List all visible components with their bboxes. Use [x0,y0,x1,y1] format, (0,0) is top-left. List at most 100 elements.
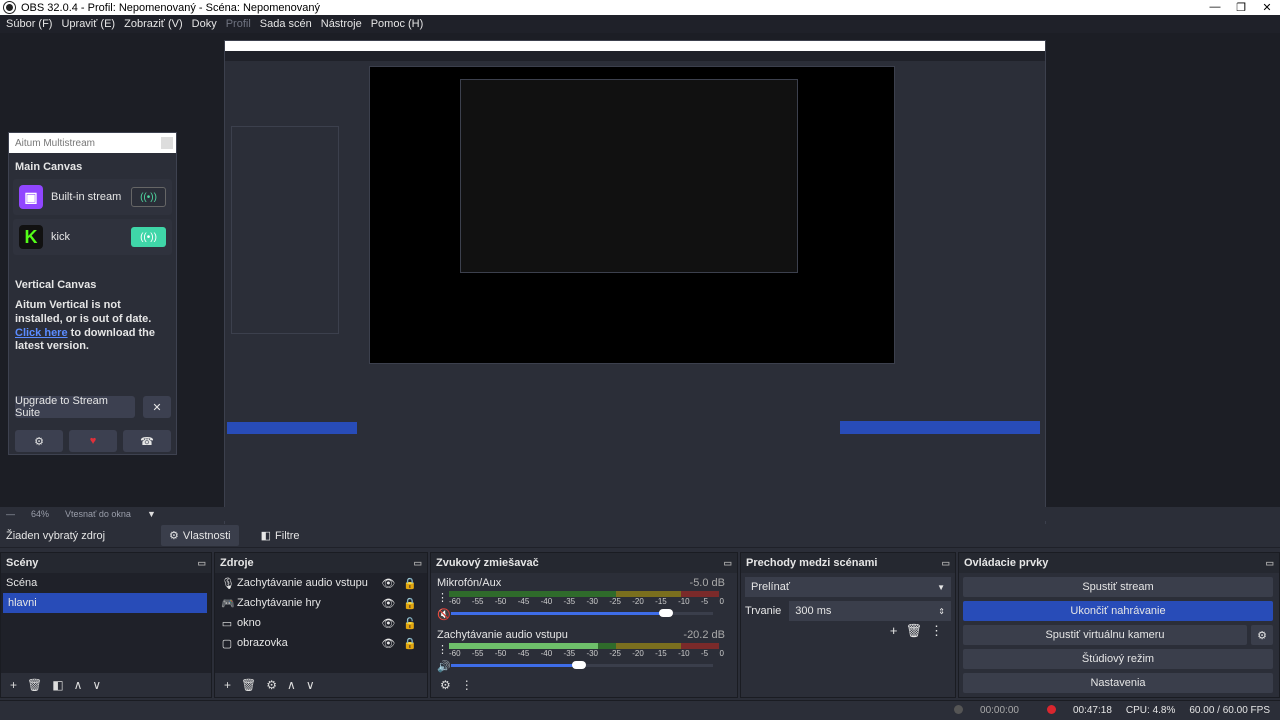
aitum-close-icon[interactable] [161,137,173,149]
aitum-title: Aitum Multistream [15,137,96,149]
menu-docks[interactable]: Doky [192,18,217,30]
record-dot-icon [1046,705,1056,714]
kebab-menu-icon[interactable]: ⋮ [461,678,473,692]
speaker-icon[interactable]: 🔊 [437,660,451,673]
eye-icon[interactable]: 👁 [381,577,395,590]
lock-icon[interactable]: 🔒 [403,577,417,590]
lock-icon[interactable]: 🔒 [403,597,417,610]
download-link[interactable]: Click here [15,327,68,339]
properties-button[interactable]: ⚙ Vlastnosti [161,525,239,546]
menu-profile[interactable]: Profil [226,18,251,30]
volume-slider[interactable] [451,661,713,669]
settings-button[interactable]: Nastavenia [963,673,1273,693]
scene-item[interactable]: Scéna [1,573,211,593]
channel-db: -20.2 dB [683,629,725,641]
dock-float-icon[interactable]: ▭ [1265,558,1274,569]
start-virtual-camera-button[interactable]: Spustiť virtuálnu kameru [963,625,1247,645]
close-x-button[interactable]: ✕ [143,396,171,418]
meter-tick-label: -30 [586,649,598,658]
donate-heart-button[interactable]: ♥ [69,430,117,452]
trash-icon[interactable]: 🗑 [905,623,922,639]
eye-icon[interactable]: 👁 [381,597,395,610]
menu-help[interactable]: Pomoc (H) [371,18,424,30]
source-item[interactable]: ▢ obrazovka 👁 🔒 [215,633,427,653]
start-stream-button[interactable]: Spustiť stream [963,577,1273,597]
source-item[interactable]: 🎮 Zachytávanie hry 👁 🔒 [215,593,427,613]
transition-select[interactable]: Prelínať ▼ [745,577,951,597]
channel-db: -5.0 dB [689,577,725,589]
zoom-fit[interactable]: Vtesnať do okna [65,509,131,519]
discord-button[interactable]: ☎ [123,430,171,452]
menu-file[interactable]: Súbor (F) [6,18,52,30]
mute-speaker-icon[interactable]: 🔇 [437,608,451,621]
mixer-channel: Mikrofón/Aux -5.0 dB ⋮ -60 -55 -50 -45 -40 -3… [431,573,737,625]
advanced-audio-gear-icon[interactable]: ⚙ [440,678,451,692]
fps-readout: 60.00 / 60.00 FPS [1189,705,1270,716]
kebab-menu-icon[interactable]: ⋮ [437,643,448,656]
preview-canvas[interactable] [224,40,1046,533]
spin-icon[interactable]: ⇕ [938,607,945,616]
menu-edit[interactable]: Upraviť (E) [61,18,115,30]
filter-icon[interactable]: ◧ [52,678,63,692]
studio-mode-button[interactable]: Štúdiový režim [963,649,1273,669]
eye-icon[interactable]: 👁 [381,617,395,630]
stream-toggle-button[interactable]: ((•)) [131,187,166,207]
source-name: okno [237,617,261,629]
zoom-dropdown-icon[interactable]: ▼ [147,509,156,519]
channel-name: Zachytávanie audio vstupu [437,629,568,641]
kebab-menu-icon[interactable]: ⋮ [930,623,943,639]
meter-tick-label: -25 [609,649,621,658]
scene-transitions-dock: Prechody medzi scénami ▭ Prelínať ▼ Trvan… [740,552,956,698]
move-up-icon[interactable]: ∧ [287,678,296,692]
upgrade-button[interactable]: Upgrade to Stream Suite [15,395,135,419]
obs-logo-icon [4,2,15,13]
trash-icon[interactable]: 🗑 [241,678,256,692]
meter-tick-label: -55 [471,649,484,658]
add-icon[interactable]: + [10,678,17,692]
filters-button[interactable]: ◧ Filtre [253,525,308,546]
move-up-icon[interactable]: ∧ [74,678,83,692]
close-icon[interactable]: ✕ [1254,1,1280,14]
maximize-icon[interactable]: ❐ [1228,1,1254,14]
eye-icon[interactable]: 👁 [381,637,395,650]
unlock-icon[interactable]: 🔓 [403,617,417,630]
no-source-label: Žiaden vybratý zdroj [6,529,106,542]
dock-float-icon[interactable]: ▭ [723,558,732,569]
dock-float-icon[interactable]: ▭ [941,558,950,569]
transitions-title: Prechody medzi scénami [746,557,878,569]
stop-recording-button[interactable]: Ukončiť nahrávanie [963,601,1273,621]
dock-title: Zvukový zmiešavač ▭ [431,553,737,573]
dock-title: Prechody medzi scénami ▭ [741,553,955,573]
preview-area[interactable]: Aitum Multistream Main Canvas ▣ Built-in… [0,33,1280,533]
duration-input[interactable]: 300 ms ⇕ [789,601,951,621]
meter-tick-label: 0 [719,649,724,658]
trash-icon[interactable]: 🗑 [27,678,42,692]
menu-view[interactable]: Zobraziť (V) [124,18,183,30]
meter-tick-label: -10 [678,597,690,606]
lock-icon[interactable]: 🔒 [403,637,417,650]
gamepad-icon: 🎮 [221,597,235,610]
filter-icon: ◧ [260,530,272,542]
channel-name: Mikrofón/Aux [437,577,502,589]
stream-toggle-button[interactable]: ((•)) [131,227,166,247]
dock-float-icon[interactable]: ▭ [197,558,206,569]
virtual-camera-settings-icon[interactable]: ⚙ [1251,625,1273,645]
move-down-icon[interactable]: ∨ [92,678,101,692]
dock-float-icon[interactable]: ▭ [413,558,422,569]
source-item[interactable]: ▭ okno 👁 🔓 [215,613,427,633]
add-icon[interactable]: + [224,678,231,692]
add-icon[interactable]: + [890,623,898,639]
scene-item-selected[interactable]: hlavni [3,593,207,613]
menu-tools[interactable]: Nástroje [321,18,362,30]
volume-slider[interactable] [451,609,713,617]
settings-gear-button[interactable]: ⚙ [15,430,63,452]
filters-label: Filtre [275,529,300,542]
zoom-minus-icon[interactable]: — [6,509,15,519]
kebab-menu-icon[interactable]: ⋮ [437,591,448,604]
move-down-icon[interactable]: ∨ [306,678,315,692]
vertical-msg-text: Aitum Vertical is not installed, or is o… [15,299,152,325]
minimize-icon[interactable]: — [1202,1,1228,14]
menu-scene-collection[interactable]: Sada scén [260,18,312,30]
source-item[interactable]: 🎙 Zachytávanie audio vstupu 👁 🔒 [215,573,427,593]
gear-icon[interactable]: ⚙ [266,678,277,692]
